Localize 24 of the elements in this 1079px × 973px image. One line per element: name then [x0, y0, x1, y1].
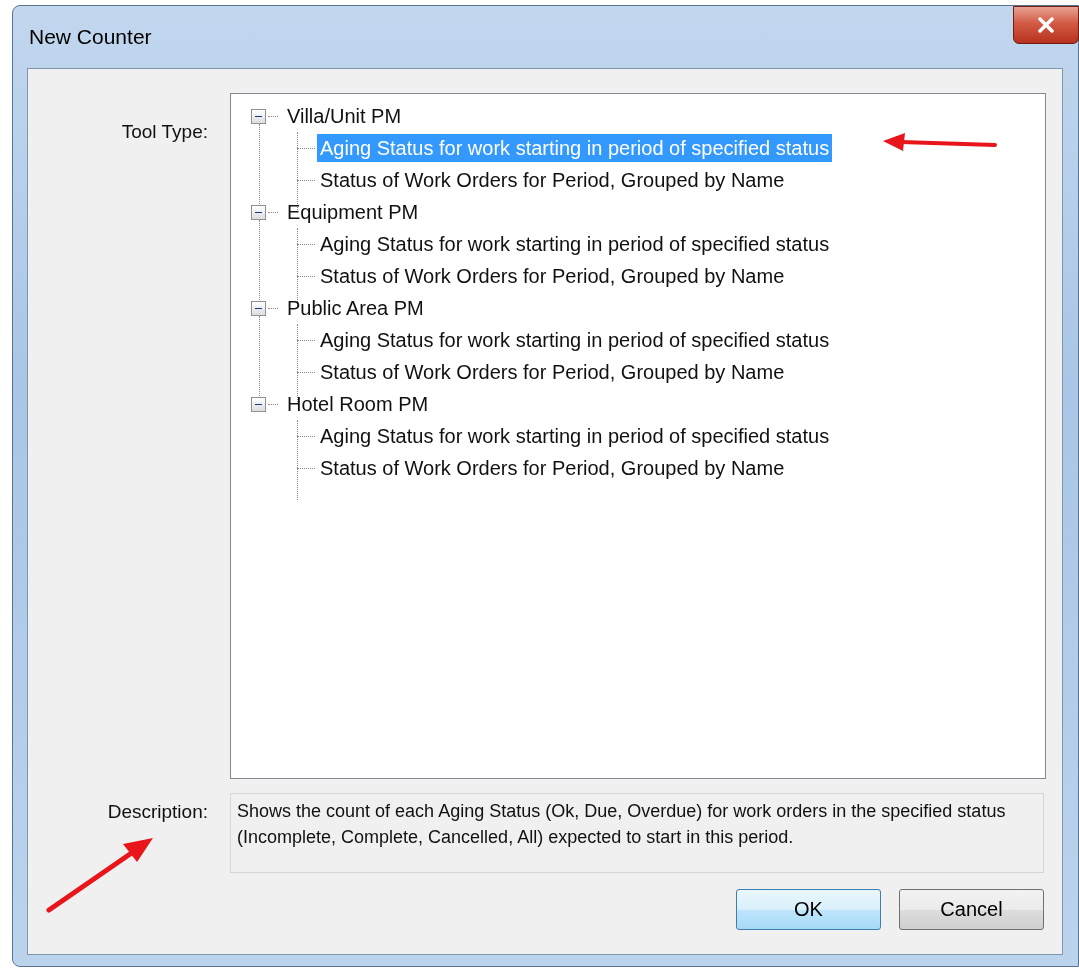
tree-node[interactable]: Villa/Unit PM [284, 102, 405, 130]
tree-item[interactable]: Status of Work Orders for Period, Grouped by Name [317, 262, 788, 290]
tree-node[interactable]: Hotel Room PM [284, 390, 432, 418]
tree-node[interactable]: Equipment PM [284, 198, 422, 226]
collapse-icon[interactable] [251, 300, 266, 316]
field-label: Tool Type: [121, 121, 208, 142]
tree-item[interactable]: Aging Status for work starting in period of specified status [317, 230, 833, 258]
cancel-button[interactable]: Cancel [899, 889, 1044, 930]
tool-type-tree[interactable] [230, 93, 1046, 779]
field-label: Description: [107, 801, 208, 822]
tree-item[interactable]: Status of Work Orders for Period, Grouped by Name [317, 166, 788, 194]
description-text: Shows the count of each Aging Status (Ok, Due, Overdue) for work orders in the specified status (Incomplete, Complete, Cancelled, All) expected to start in this period. [230, 793, 1044, 873]
window-title: New Counter [29, 25, 152, 49]
tree-node[interactable]: Public Area PM [284, 294, 427, 322]
tree-item[interactable]: Aging Status for work starting in period of specified status [317, 326, 833, 354]
collapse-icon[interactable] [251, 204, 266, 220]
tree-item[interactable]: Status of Work Orders for Period, Grouped by Name [317, 454, 788, 482]
tree-item[interactable]: Aging Status for work starting in period of specified status [317, 422, 833, 450]
collapse-icon[interactable] [251, 396, 266, 412]
ok-button[interactable]: OK [736, 889, 881, 930]
close-button[interactable] [1013, 6, 1079, 44]
collapse-icon[interactable] [251, 108, 266, 124]
close-icon [1036, 17, 1056, 33]
tree-item[interactable]: Status of Work Orders for Period, Grouped by Name [317, 358, 788, 386]
